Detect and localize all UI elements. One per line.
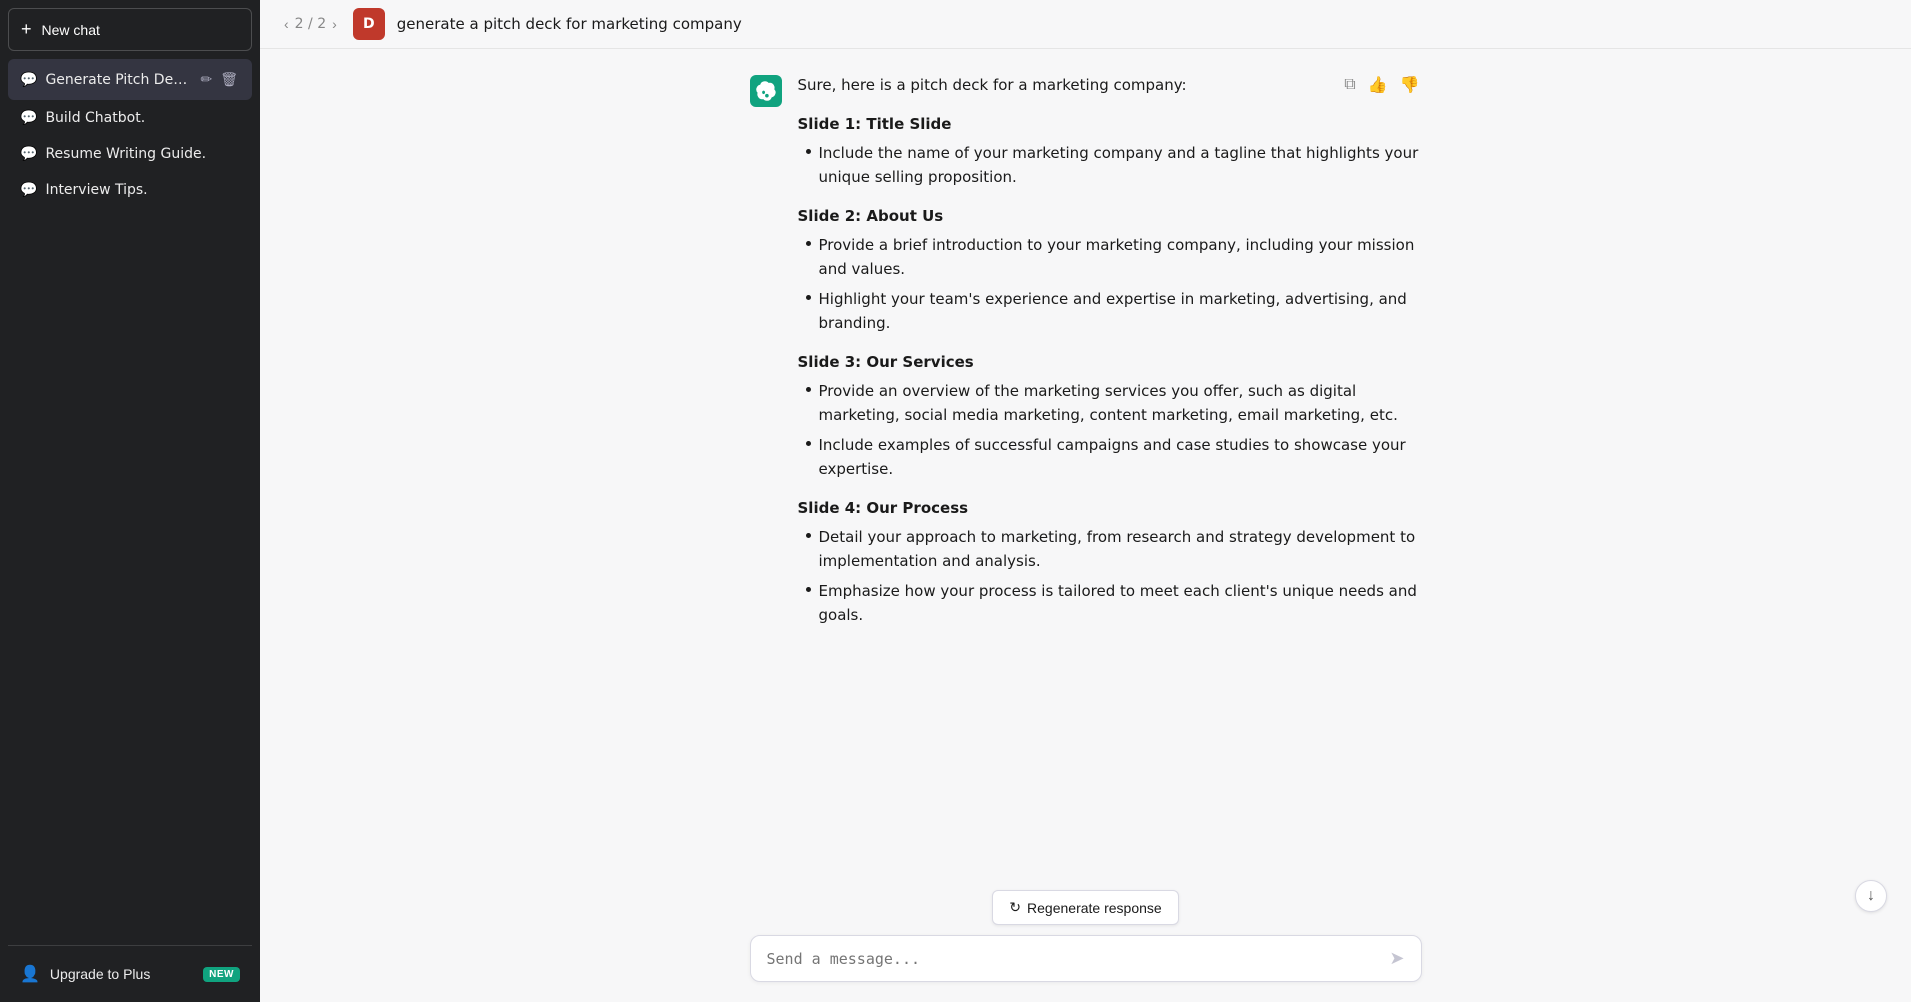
nav-count: 2 / 2 [295,16,326,32]
header-prompt: generate a pitch deck for marketing comp… [397,15,742,33]
user-avatar: D [353,8,385,40]
gpt-logo-icon [756,81,776,101]
copy-icon: ⧉ [1344,76,1355,93]
slide-bullet: Provide an overview of the marketing ser… [806,379,1422,427]
chat-bubble-icon: 💬 [20,110,37,126]
chat-item-label: Resume Writing Guide. [45,146,206,162]
bullet-dot [806,441,811,446]
assistant-avatar [750,75,782,107]
next-nav-button[interactable]: › [328,14,341,34]
chat-bottom: ↻ Regenerate response ➤ [726,890,1446,1002]
main-panel: ‹ 2 / 2 › D generate a pitch deck for ma… [260,0,1911,1002]
upgrade-button[interactable]: 👤 Upgrade to Plus NEW [8,954,252,994]
slide-heading: Slide 4: Our Process [798,499,1422,517]
chat-bubble-icon: 💬 [20,182,37,198]
slide-bullet: Provide a brief introduction to your mar… [806,233,1422,281]
message-container: Sure, here is a pitch deck for a marketi… [726,73,1446,633]
chat-item-left: 💬 Resume Writing Guide. [20,146,240,162]
regenerate-label: Regenerate response [1027,900,1162,916]
new-badge: NEW [203,967,240,982]
chat-header: ‹ 2 / 2 › D generate a pitch deck for ma… [260,0,1911,49]
bullet-text: Include examples of successful campaigns… [819,433,1422,481]
send-icon: ➤ [1389,948,1404,969]
sidebar-chat-item[interactable]: 💬 Build Chatbot. [8,100,252,136]
new-chat-label: New chat [42,22,100,38]
bullet-text: Highlight your team's experience and exp… [819,287,1422,335]
bullet-dot [806,533,811,538]
thumbup-button[interactable]: 👍 [1366,73,1390,97]
chat-input[interactable] [767,950,1380,968]
scroll-down-button[interactable]: ↓ [1855,880,1887,912]
chat-item-label: Build Chatbot. [45,110,145,126]
sidebar: + New chat 💬 Generate Pitch Deck. ✏ 🗑 💬 … [0,0,260,1002]
message-intro: Sure, here is a pitch deck for a marketi… [798,73,1422,97]
slide-heading: Slide 1: Title Slide [798,115,1422,133]
user-icon: 👤 [20,964,40,984]
regenerate-area: ↻ Regenerate response [750,890,1422,925]
slide-bullet: Include examples of successful campaigns… [806,433,1422,481]
slide-heading: Slide 3: Our Services [798,353,1422,371]
assistant-message: Sure, here is a pitch deck for a marketi… [750,73,1422,633]
sidebar-chat-item[interactable]: 💬 Interview Tips. [8,172,252,208]
slide-heading: Slide 2: About Us [798,207,1422,225]
chat-item-left: 💬 Interview Tips. [20,182,240,198]
chat-item-label: Interview Tips. [45,182,147,198]
chat-bubble-icon: 💬 [20,72,37,88]
slide-bullet: Include the name of your marketing compa… [806,141,1422,189]
slide-bullet: Detail your approach to marketing, from … [806,525,1422,573]
thumbdown-button[interactable]: 👎 [1398,73,1422,97]
bullet-text: Provide a brief introduction to your mar… [819,233,1422,281]
bullet-text: Provide an overview of the marketing ser… [819,379,1422,427]
chat-list: 💬 Generate Pitch Deck. ✏ 🗑 💬 Build Chatb… [8,59,252,941]
sidebar-bottom: 👤 Upgrade to Plus NEW [8,945,252,994]
plus-icon: + [21,19,32,40]
bullet-dot [806,241,811,246]
bullet-text: Emphasize how your process is tailored t… [819,579,1422,627]
message-actions: ⧉ 👍 👎 [1342,73,1421,97]
chat-item-left: 💬 Generate Pitch Deck. [20,72,190,88]
chat-item-actions: ✏ 🗑 [198,69,240,90]
bullet-dot [806,149,811,154]
upgrade-label: Upgrade to Plus [50,966,150,982]
rename-button[interactable]: ✏ [198,69,214,90]
slide-bullet: Highlight your team's experience and exp… [806,287,1422,335]
copy-button[interactable]: ⧉ [1342,73,1357,97]
bottom-wrapper: ↻ Regenerate response ➤ ↓ [260,890,1911,1002]
chat-content[interactable]: Sure, here is a pitch deck for a marketi… [260,49,1911,890]
thumbdown-icon: 👎 [1400,77,1420,94]
chat-bubble-icon: 💬 [20,146,37,162]
delete-button[interactable]: 🗑 [218,69,240,90]
bullet-dot [806,295,811,300]
prev-nav-button[interactable]: ‹ [280,14,293,34]
sidebar-chat-item[interactable]: 💬 Resume Writing Guide. [8,136,252,172]
bullet-dot [806,387,811,392]
slides-container: Slide 1: Title Slide Include the name of… [798,115,1422,627]
new-chat-button[interactable]: + New chat [8,8,252,51]
nav-arrows: ‹ 2 / 2 › [280,14,341,34]
regenerate-button[interactable]: ↻ Regenerate response [992,890,1178,925]
bullet-text: Include the name of your marketing compa… [819,141,1422,189]
bullet-text: Detail your approach to marketing, from … [819,525,1422,573]
sidebar-chat-item[interactable]: 💬 Generate Pitch Deck. ✏ 🗑 [8,59,252,100]
chat-item-label: Generate Pitch Deck. [45,72,190,88]
regenerate-icon: ↻ [1009,899,1021,916]
slide-bullet: Emphasize how your process is tailored t… [806,579,1422,627]
input-area: ➤ [750,935,1422,982]
send-button[interactable]: ➤ [1389,948,1404,969]
chat-item-left: 💬 Build Chatbot. [20,110,240,126]
thumbup-icon: 👍 [1368,77,1388,94]
bullet-dot [806,587,811,592]
message-body: Sure, here is a pitch deck for a marketi… [798,73,1422,633]
